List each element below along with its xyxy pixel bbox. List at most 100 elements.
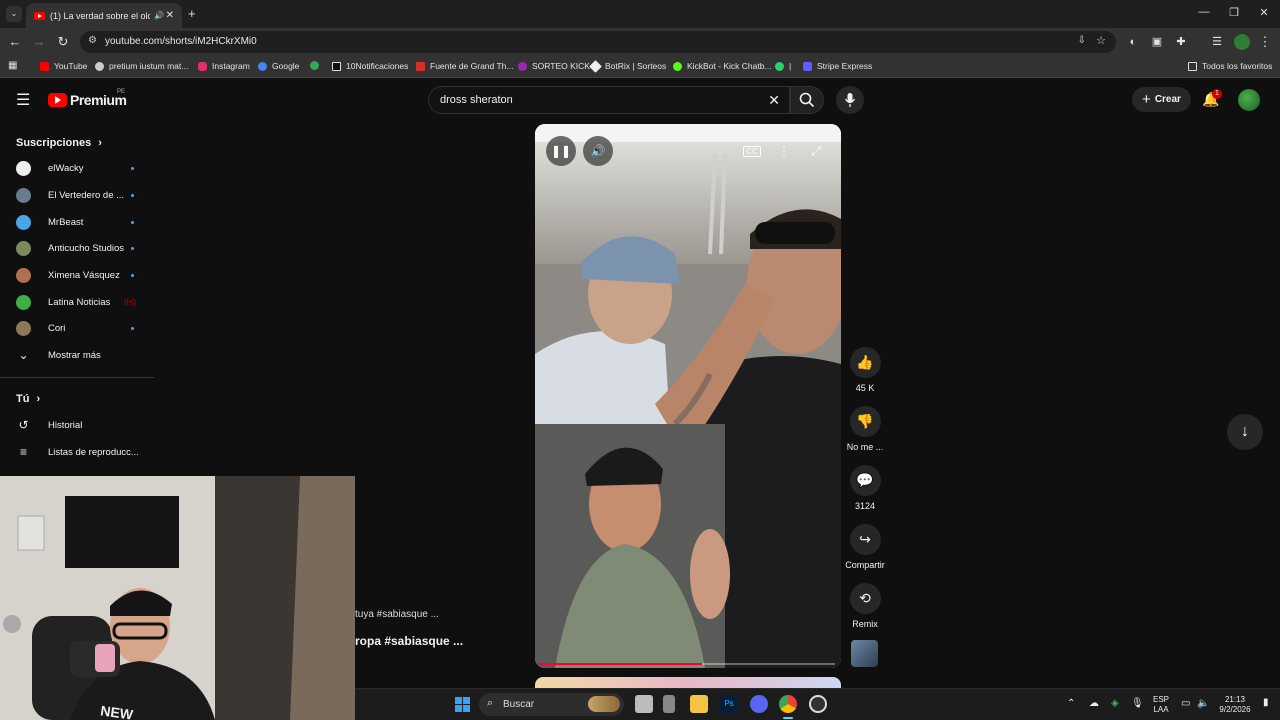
notification-center-icon[interactable]: ▮	[1263, 698, 1269, 708]
create-button[interactable]: + Crear	[1132, 87, 1191, 112]
sidebar-item-anticucho[interactable]: Anticucho Studios	[16, 238, 146, 258]
browser-tab-active[interactable]: (1) La verdad sobre el olor 🔊 ✕	[26, 3, 182, 28]
tab-audio-icon[interactable]: 🔊	[154, 11, 164, 20]
sidebar-item-vertedero[interactable]: El Vertedero de ...	[16, 185, 146, 205]
sidebar-item-latina[interactable]: Latina Noticias ((•))	[16, 292, 146, 312]
sidebar-item-cori[interactable]: Cori	[16, 318, 146, 338]
install-app-icon[interactable]: ⇩	[1078, 35, 1086, 46]
bookmark-pinwheel[interactable]	[310, 61, 324, 70]
you-heading[interactable]: Tú ›	[16, 393, 40, 405]
task-view-icon[interactable]	[635, 695, 653, 713]
like-button[interactable]: 👍 45 K	[844, 347, 886, 393]
language-indicator[interactable]: ESP LAA	[1150, 695, 1172, 715]
tab-search-button[interactable]: ⌄	[6, 6, 22, 22]
sidebar-item-playlists[interactable]: ≡ Listas de reproducc...	[16, 442, 146, 462]
account-avatar[interactable]	[1238, 89, 1260, 111]
pause-button[interactable]: ❚❚	[546, 136, 576, 166]
chrome-icon[interactable]	[779, 695, 797, 713]
sidebar-item-history[interactable]: ↺ Historial	[16, 415, 146, 435]
bookmark-instagram[interactable]: Instagram	[198, 61, 250, 71]
taskbar-search[interactable]: ⌕ Buscar	[479, 693, 624, 716]
clock[interactable]: 21:13 9/2/2026	[1213, 695, 1257, 715]
short-caption-line2[interactable]: ropa #sabiasque ...	[355, 634, 463, 648]
sidebar-item-elwacky[interactable]: elWacky	[16, 158, 146, 178]
address-bar[interactable]: ⚙ youtube.com/shorts/iM2HCkrXMi0 ⇩ ☆	[80, 31, 1116, 53]
minimize-icon[interactable]: —	[1194, 6, 1214, 18]
subscriptions-heading[interactable]: Suscripciones ›	[16, 137, 102, 149]
windows-start-icon[interactable]	[455, 697, 470, 712]
dislike-button[interactable]: 👎 No me ...	[844, 406, 886, 452]
restore-icon[interactable]: ❐	[1224, 6, 1244, 19]
back-icon[interactable]: ←	[6, 33, 24, 51]
extension-icon[interactable]: ◐	[1124, 33, 1142, 51]
new-content-dot	[131, 273, 134, 277]
app-icon[interactable]	[663, 695, 675, 713]
plus-icon: +	[1142, 91, 1151, 108]
tab-close-icon[interactable]: ✕	[166, 10, 174, 21]
remix-button[interactable]: ⟲ Remix	[844, 583, 886, 629]
webcam-image: NEW	[0, 476, 355, 720]
bookmark-10notificaciones[interactable]: 10Notificaciones	[332, 61, 408, 71]
obs-icon[interactable]	[809, 695, 827, 713]
next-short-preview[interactable]	[535, 677, 841, 688]
tray-cloud-icon[interactable]: ☁	[1089, 699, 1099, 709]
site-info-icon[interactable]: ⚙	[88, 35, 97, 46]
bookmark-google[interactable]: Google	[258, 61, 299, 71]
bookmark-pretium[interactable]: pretium iustum mat...	[95, 61, 188, 71]
bookmark-sorteo-kick[interactable]: SORTEO KICK	[518, 61, 590, 71]
clear-search-icon[interactable]: ✕	[768, 92, 780, 109]
sidebar-item-mrbeast[interactable]: MrBeast	[16, 212, 146, 232]
show-more-button[interactable]: ⌄ Mostrar más	[16, 345, 146, 365]
hamburger-menu-icon[interactable]: ☰	[16, 90, 30, 110]
new-content-dot	[131, 246, 134, 250]
sidebar-item-ximena[interactable]: Ximena Vásquez	[16, 265, 146, 285]
bookmark-botrix[interactable]: BotRix | Sorteos	[589, 59, 666, 73]
bookmark-star-icon[interactable]: ☆	[1096, 34, 1106, 47]
all-bookmarks-folder[interactable]: Todos los favoritos	[1188, 61, 1272, 71]
tray-mic-icon[interactable]: 🎙	[1131, 699, 1144, 709]
network-icon[interactable]: ▭	[1181, 699, 1190, 709]
search-button[interactable]	[790, 86, 824, 114]
new-content-dot	[131, 166, 134, 170]
bookmark-whatsapp[interactable]: |	[775, 61, 791, 71]
search-input[interactable]: dross sheraton ✕	[428, 86, 790, 114]
voice-search-button[interactable]	[836, 86, 864, 114]
new-tab-button[interactable]: +	[188, 6, 196, 21]
sound-thumbnail[interactable]	[851, 640, 878, 667]
speaker-icon[interactable]: 🔈	[1197, 699, 1209, 709]
avatar	[16, 187, 31, 203]
tab-title: (1) La verdad sobre el olor	[50, 10, 150, 21]
mute-button[interactable]: 🔊	[583, 136, 613, 166]
photoshop-icon[interactable]: Ps	[720, 695, 738, 713]
reading-list-icon[interactable]: ☰	[1208, 33, 1226, 51]
comments-button[interactable]: 💬 3124	[844, 465, 886, 511]
captions-button[interactable]: CC	[737, 136, 767, 166]
pinwheel-icon	[310, 61, 319, 70]
share-button[interactable]: ↪ Compartir	[844, 524, 886, 570]
forward-icon[interactable]: →	[30, 33, 48, 51]
avatar	[16, 294, 31, 310]
discord-icon[interactable]	[750, 695, 768, 713]
chevron-right-icon: ›	[98, 137, 102, 149]
font-icon	[416, 61, 425, 71]
fullscreen-button[interactable]: ⤢	[801, 136, 831, 166]
tray-overflow-icon[interactable]: ⌃	[1067, 699, 1075, 709]
bookmark-youtube[interactable]: YouTube	[40, 61, 87, 71]
apps-icon[interactable]: ▦	[8, 60, 17, 71]
short-video-player[interactable]: ❚❚ 🔊 CC ⋮ ⤢	[535, 124, 841, 668]
extension-icon[interactable]: ▣	[1148, 33, 1166, 51]
next-short-button[interactable]: ↓	[1227, 414, 1263, 450]
file-explorer-icon[interactable]	[690, 695, 708, 713]
more-options-button[interactable]: ⋮	[769, 136, 799, 166]
tray-shield-icon[interactable]: ◈	[1111, 699, 1119, 709]
extensions-puzzle-icon[interactable]: ✚	[1172, 33, 1190, 51]
bookmark-kickbot[interactable]: KickBot - Kick Chatb...	[673, 61, 772, 71]
bookmark-stripe[interactable]: Stripe Express	[803, 61, 872, 71]
youtube-logo-icon[interactable]	[48, 93, 67, 107]
close-window-icon[interactable]: ✕	[1254, 6, 1274, 19]
profile-avatar[interactable]	[1234, 34, 1250, 50]
reload-icon[interactable]: ↻	[54, 33, 72, 51]
video-progress-bar[interactable]	[539, 663, 835, 665]
menu-icon[interactable]: ⋮	[1256, 33, 1274, 51]
bookmark-gta-font[interactable]: Fuente de Grand Th...	[416, 61, 513, 71]
